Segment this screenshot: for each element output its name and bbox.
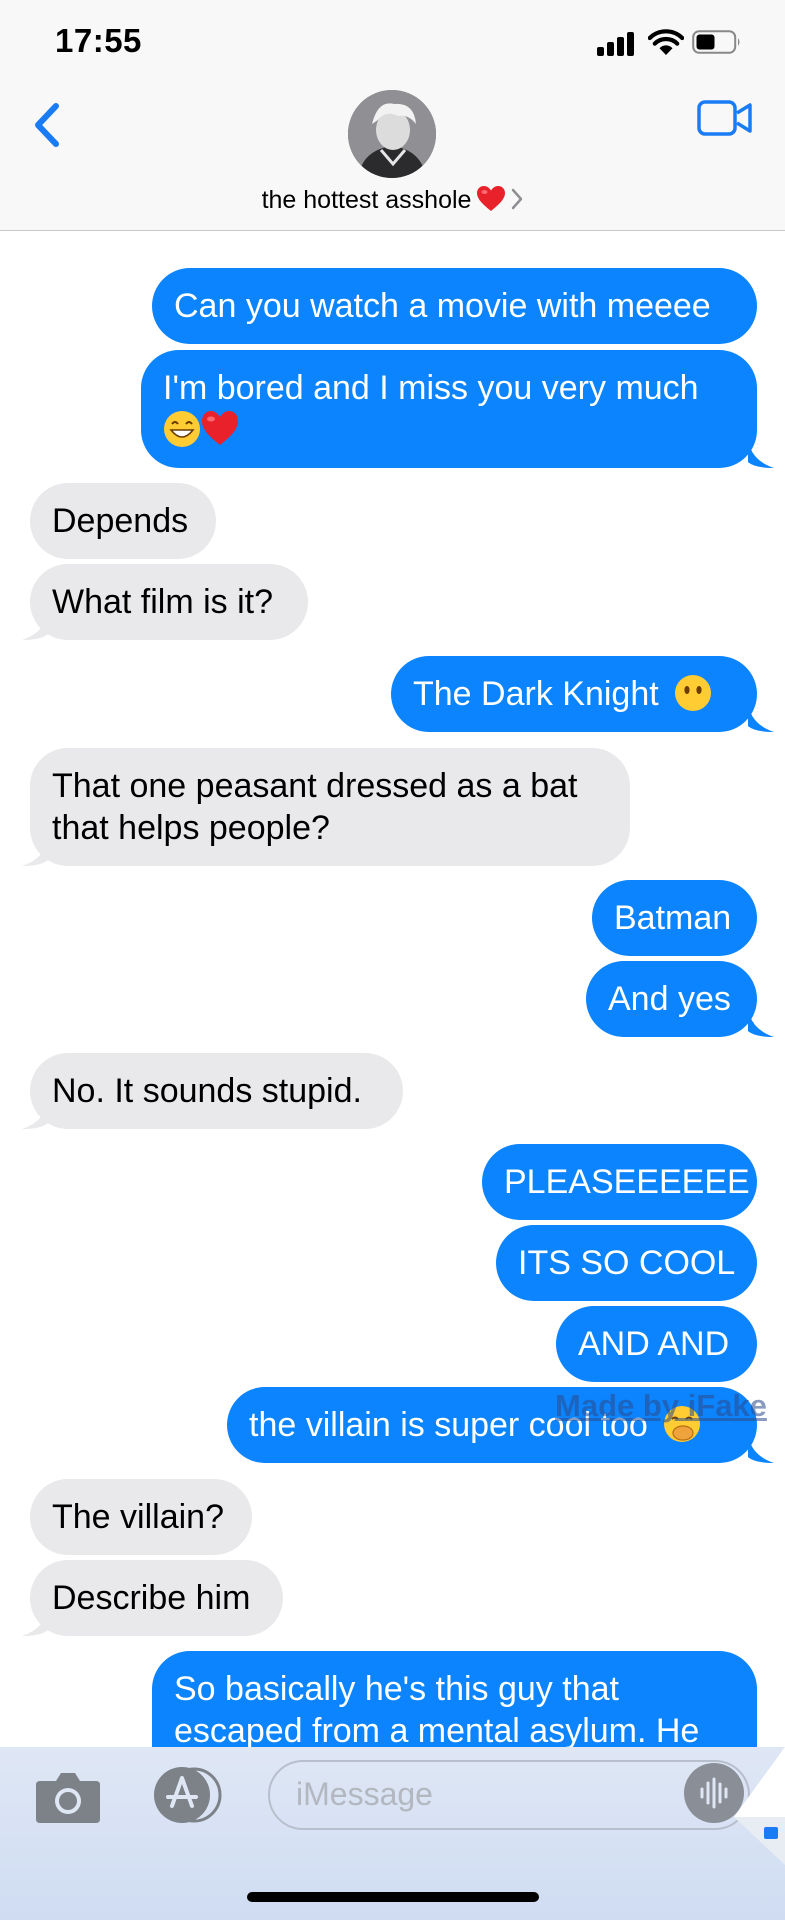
message-bubble-incoming[interactable]: No. It sounds stupid. <box>30 1053 403 1129</box>
bubble-tail <box>748 1007 774 1037</box>
ifake-watermark: Made by iFake <box>555 1388 767 1423</box>
message-bubble-incoming[interactable]: That one peasant dressed as a bat that h… <box>30 748 630 866</box>
grinning-emoji-icon <box>164 411 200 447</box>
app-store-icon <box>154 1767 222 1823</box>
chevron-right-icon <box>512 188 523 210</box>
imessage-input[interactable]: iMessage <box>268 1760 750 1830</box>
bubble-tail <box>748 702 774 732</box>
message-text: Batman <box>614 899 732 937</box>
composer-bar: iMessage <box>0 1747 785 1920</box>
wifi-icon <box>648 29 684 55</box>
message-bubble-outgoing[interactable]: Can you watch a movie with meeee <box>152 268 757 344</box>
camera-icon[interactable] <box>34 1769 102 1825</box>
message-bubble-incoming[interactable]: Describe him <box>30 1560 283 1636</box>
no-mouth-emoji-icon <box>675 675 712 711</box>
status-bar: 17:55 <box>0 0 785 80</box>
bubble-tail <box>748 438 774 468</box>
app-store-button[interactable] <box>146 1766 226 1824</box>
message-text: That one peasant dressed as a bat that h… <box>52 767 578 847</box>
status-time: 17:55 <box>55 22 142 59</box>
home-indicator[interactable] <box>247 1892 539 1902</box>
message-bubble-outgoing[interactable]: PLEASEEEEEE <box>482 1144 757 1220</box>
page-peel-icon[interactable] <box>734 1747 785 1865</box>
facetime-video-icon[interactable] <box>697 98 753 138</box>
message-bubble-outgoing[interactable]: Batman <box>592 880 757 956</box>
message-thread[interactable]: Can you watch a movie with meeee I'm bor… <box>0 232 785 1747</box>
message-bubble-outgoing[interactable]: The Dark Knight <box>391 656 757 732</box>
message-bubble-outgoing[interactable]: AND AND <box>556 1306 757 1382</box>
message-text: AND AND <box>578 1325 730 1363</box>
message-bubble-incoming[interactable]: The villain? <box>30 1479 252 1555</box>
message-bubble-incoming[interactable]: What film is it? <box>30 564 308 640</box>
contact-name-row[interactable]: the hottest asshole <box>0 186 785 215</box>
message-text: I'm bored and I miss you very much <box>163 369 699 407</box>
message-bubble-incoming[interactable]: Depends <box>30 483 216 559</box>
message-text: Describe him <box>52 1579 251 1617</box>
bubble-tail <box>22 1099 48 1129</box>
message-text: And yes <box>608 980 731 1018</box>
cellular-signal-icon <box>597 30 637 56</box>
message-text: So basically he's this guy that escaped … <box>174 1670 700 1747</box>
message-text: Can you watch a movie with meeee <box>174 287 711 325</box>
bubble-tail <box>22 836 48 866</box>
bubble-tail <box>22 610 48 640</box>
bubble-tail <box>748 1433 774 1463</box>
input-placeholder: iMessage <box>296 1776 433 1812</box>
bubble-tail <box>22 1606 48 1636</box>
message-bubble-outgoing[interactable]: And yes <box>586 961 757 1037</box>
conversation-header: the hottest asshole <box>0 80 785 231</box>
heart-emoji-icon <box>202 411 238 445</box>
message-text: The Dark Knight <box>413 675 659 713</box>
battery-icon <box>692 30 740 54</box>
message-text: PLEASEEEEEE <box>504 1163 750 1201</box>
contact-avatar[interactable] <box>348 90 436 178</box>
message-text: ITS SO COOL <box>518 1244 736 1282</box>
message-bubble-outgoing[interactable]: I'm bored and I miss you very much <box>141 350 757 468</box>
message-bubble-outgoing[interactable]: ITS SO COOL <box>496 1225 757 1301</box>
message-bubble-outgoing[interactable]: So basically he's this guy that escaped … <box>152 1651 757 1747</box>
message-text: No. It sounds stupid. <box>52 1072 362 1110</box>
heart-emoji-icon <box>477 186 506 211</box>
back-chevron-icon[interactable] <box>28 96 68 156</box>
message-text: The villain? <box>52 1498 224 1536</box>
message-text: Depends <box>52 502 189 540</box>
message-text: What film is it? <box>52 583 274 621</box>
contact-name: the hottest asshole <box>261 186 472 214</box>
